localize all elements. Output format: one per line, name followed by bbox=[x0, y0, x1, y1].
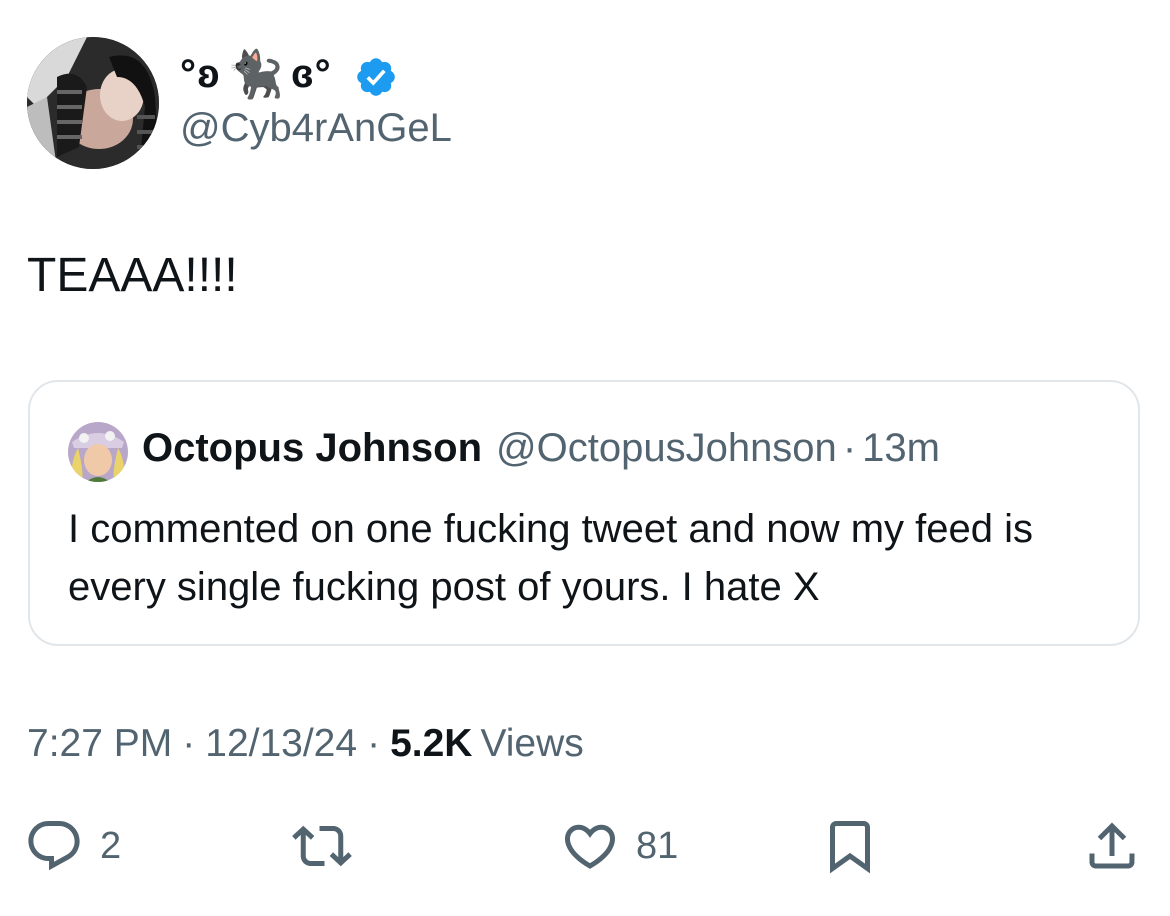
author-avatar[interactable] bbox=[27, 37, 159, 169]
share-button[interactable] bbox=[1082, 814, 1142, 878]
display-name-cat: 🐈‍⬛ bbox=[226, 47, 285, 100]
meta-separator: · bbox=[367, 722, 381, 765]
like-icon bbox=[564, 824, 616, 869]
author-handle[interactable]: @Cyb4rAnGeL bbox=[180, 106, 452, 151]
reply-count: 2 bbox=[100, 824, 122, 867]
share-icon bbox=[1089, 822, 1135, 869]
retweet-button[interactable] bbox=[292, 814, 352, 878]
quoted-avatar-image bbox=[68, 422, 128, 482]
meta-separator: · bbox=[182, 722, 196, 765]
quoted-tweet-header: Octopus Johnson @OctopusJohnson · 13m bbox=[142, 426, 940, 471]
quoted-timestamp[interactable]: 13m bbox=[862, 426, 940, 470]
tweet-text: TEAAA!!!! bbox=[27, 249, 238, 302]
bookmark-button[interactable] bbox=[820, 814, 880, 878]
quoted-author-handle[interactable]: @OctopusJohnson bbox=[496, 426, 837, 470]
views-count: 5.2K bbox=[390, 722, 473, 765]
tweet-time[interactable]: 7:27 PM bbox=[27, 722, 172, 765]
display-name-right: ɞ° bbox=[290, 51, 332, 96]
quoted-author-avatar[interactable] bbox=[68, 422, 128, 482]
author-display-name[interactable]: °ʚ 🐈‍⬛ ɞ° bbox=[180, 48, 332, 100]
quoted-separator: · bbox=[842, 426, 857, 470]
like-button[interactable]: 81 bbox=[560, 814, 678, 878]
reply-button[interactable]: 2 bbox=[24, 814, 121, 878]
views-label: Views bbox=[480, 722, 584, 765]
verified-badge-icon[interactable] bbox=[354, 55, 398, 99]
display-name-left: °ʚ bbox=[180, 51, 221, 96]
like-count: 81 bbox=[636, 824, 679, 867]
bookmark-icon bbox=[830, 821, 870, 874]
quoted-tweet-card[interactable]: Octopus Johnson @OctopusJohnson · 13m I com… bbox=[28, 380, 1140, 646]
retweet-icon bbox=[292, 825, 352, 867]
author-avatar-image bbox=[27, 37, 159, 169]
quoted-tweet-text: I commented on one fucking tweet and now… bbox=[68, 507, 1033, 609]
tweet-date[interactable]: 12/13/24 bbox=[205, 722, 357, 765]
reply-icon bbox=[28, 821, 80, 871]
tweet-meta: 7:27 PM · 12/13/24 · 5.2K Views bbox=[27, 722, 584, 766]
quoted-author-name[interactable]: Octopus Johnson bbox=[142, 426, 482, 470]
